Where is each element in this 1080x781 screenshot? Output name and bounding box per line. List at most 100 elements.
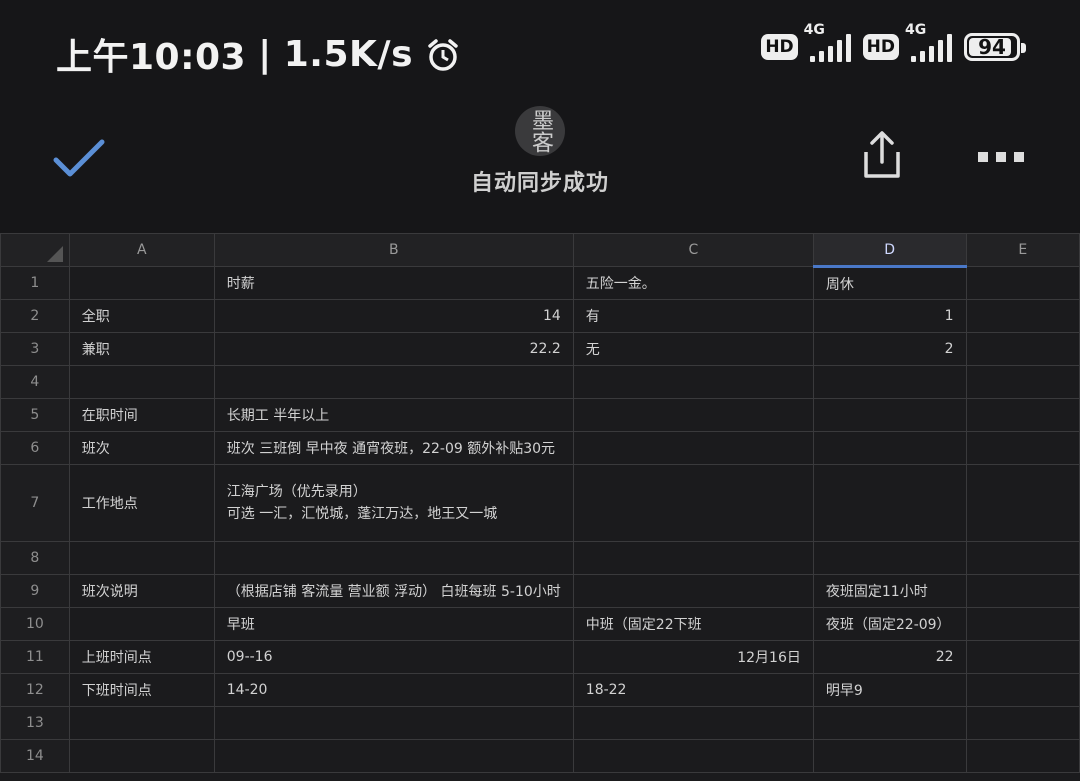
cell-a[interactable]: 上班时间点 <box>68 640 215 674</box>
cell-c[interactable] <box>572 739 814 773</box>
more-icon[interactable] <box>978 152 1024 162</box>
cell-c[interactable] <box>572 706 814 740</box>
cell-b[interactable]: 江海广场（优先录用） 可选 一汇，汇悦城，蓬江万达，地王又一城 <box>213 464 574 542</box>
cell-a[interactable]: 班次说明 <box>68 574 215 608</box>
row-header[interactable]: 11 <box>0 640 70 674</box>
cell-b[interactable]: 早班 <box>213 607 574 641</box>
cell-b[interactable]: 09--16 <box>213 640 574 674</box>
row-header[interactable]: 14 <box>0 739 70 773</box>
cell-b[interactable]: 14 <box>213 299 574 333</box>
cell-a[interactable]: 工作地点 <box>68 464 215 542</box>
row-header[interactable]: 7 <box>0 464 70 542</box>
cell-e[interactable] <box>965 640 1080 674</box>
cell-line: 可选 一汇，汇悦城，蓬江万达，地王又一城 <box>226 506 498 522</box>
cell-c[interactable]: 12月16日 <box>572 640 814 674</box>
cell-e[interactable] <box>965 673 1080 707</box>
avatar[interactable]: 墨客 <box>515 106 565 156</box>
column-header-c[interactable]: C <box>572 233 814 267</box>
table-row: 5 在职时间 长期工 半年以上 <box>0 398 1080 432</box>
row-header[interactable]: 3 <box>0 332 70 366</box>
cell-e[interactable] <box>965 464 1080 542</box>
cell-e[interactable] <box>965 607 1080 641</box>
cell-c[interactable]: 五险一金。 <box>572 266 814 300</box>
table-row: 10 早班 中班（固定22下班 夜班（固定22-09） <box>0 607 1080 641</box>
cell-c[interactable]: 中班（固定22下班 <box>572 607 814 641</box>
cell-d[interactable]: 明早9 <box>812 673 967 707</box>
cell-d[interactable] <box>812 464 967 542</box>
row-header[interactable]: 1 <box>0 266 70 300</box>
cell-a[interactable]: 全职 <box>68 299 215 333</box>
cell-d[interactable]: 夜班（固定22-09） <box>812 607 967 641</box>
sheet-table: A B C D E 1 时薪 五险一金。 周休 2 全职 14 有 1 3 兼职 22.2 无 2 4 5 在职… <box>0 233 1080 773</box>
cell-d[interactable] <box>812 431 967 465</box>
cell-d[interactable] <box>812 706 967 740</box>
table-row: 14 <box>0 739 1080 773</box>
cell-b[interactable]: 班次 三班倒 早中夜 通宵夜班，22-09 额外补贴30元 <box>213 431 574 465</box>
cell-d[interactable] <box>812 398 967 432</box>
row-header[interactable]: 10 <box>0 607 70 641</box>
cell-c[interactable]: 18-22 <box>572 673 814 707</box>
cell-e[interactable] <box>965 541 1080 575</box>
cell-a[interactable]: 在职时间 <box>68 398 215 432</box>
cell-a[interactable] <box>68 706 215 740</box>
cell-d[interactable] <box>812 365 967 399</box>
cell-b[interactable]: 长期工 半年以上 <box>213 398 574 432</box>
cell-b[interactable]: 22.2 <box>213 332 574 366</box>
cell-e[interactable] <box>965 365 1080 399</box>
cell-e[interactable] <box>965 706 1080 740</box>
cell-c[interactable]: 有 <box>572 299 814 333</box>
share-icon[interactable] <box>860 130 904 184</box>
cell-e[interactable] <box>965 398 1080 432</box>
cell-d[interactable] <box>812 541 967 575</box>
cell-b[interactable] <box>213 541 574 575</box>
row-header[interactable]: 2 <box>0 299 70 333</box>
cell-d[interactable]: 1 <box>812 299 967 333</box>
row-header[interactable]: 6 <box>0 431 70 465</box>
cell-d[interactable]: 夜班固定11小时 <box>812 574 967 608</box>
cell-c[interactable] <box>572 464 814 542</box>
cell-b[interactable] <box>213 739 574 773</box>
cell-c[interactable] <box>572 365 814 399</box>
cell-e[interactable] <box>965 332 1080 366</box>
cell-a[interactable]: 下班时间点 <box>68 673 215 707</box>
cell-c[interactable]: 无 <box>572 332 814 366</box>
cell-b[interactable]: 14-20 <box>213 673 574 707</box>
row-header[interactable]: 8 <box>0 541 70 575</box>
cell-a[interactable] <box>68 739 215 773</box>
cell-e[interactable] <box>965 266 1080 300</box>
network-type: 4G <box>803 22 825 38</box>
cell-d[interactable] <box>812 739 967 773</box>
select-all-corner[interactable] <box>0 233 70 267</box>
column-header-a[interactable]: A <box>68 233 215 267</box>
column-header-e[interactable]: E <box>965 233 1080 267</box>
cell-c[interactable] <box>572 431 814 465</box>
cell-a[interactable] <box>68 541 215 575</box>
cell-d[interactable]: 周休 <box>812 266 967 300</box>
cell-b[interactable] <box>213 365 574 399</box>
column-header-b[interactable]: B <box>213 233 574 267</box>
cell-e[interactable] <box>965 299 1080 333</box>
cell-e[interactable] <box>965 739 1080 773</box>
cell-e[interactable] <box>965 431 1080 465</box>
cell-a[interactable] <box>68 365 215 399</box>
cell-b[interactable] <box>213 706 574 740</box>
cell-d[interactable]: 2 <box>812 332 967 366</box>
cell-a[interactable]: 兼职 <box>68 332 215 366</box>
cell-c[interactable] <box>572 398 814 432</box>
row-header[interactable]: 12 <box>0 673 70 707</box>
cell-b[interactable]: 时薪 <box>213 266 574 300</box>
row-header[interactable]: 4 <box>0 365 70 399</box>
cell-e[interactable] <box>965 574 1080 608</box>
cell-a[interactable] <box>68 266 215 300</box>
row-header[interactable]: 5 <box>0 398 70 432</box>
row-header[interactable]: 13 <box>0 706 70 740</box>
cell-a[interactable] <box>68 607 215 641</box>
cell-d[interactable]: 22 <box>812 640 967 674</box>
cell-c[interactable] <box>572 541 814 575</box>
cell-b[interactable]: （根据店铺 客流量 营业额 浮动） 白班每班 5-10小时 <box>213 574 574 608</box>
column-header-d[interactable]: D <box>812 233 967 268</box>
cell-a[interactable]: 班次 <box>68 431 215 465</box>
cell-c[interactable] <box>572 574 814 608</box>
row-header[interactable]: 9 <box>0 574 70 608</box>
spreadsheet-grid[interactable]: A B C D E 1 时薪 五险一金。 周休 2 全职 14 有 1 3 兼职 22.2 无 2 4 5 在职… <box>0 233 1080 781</box>
